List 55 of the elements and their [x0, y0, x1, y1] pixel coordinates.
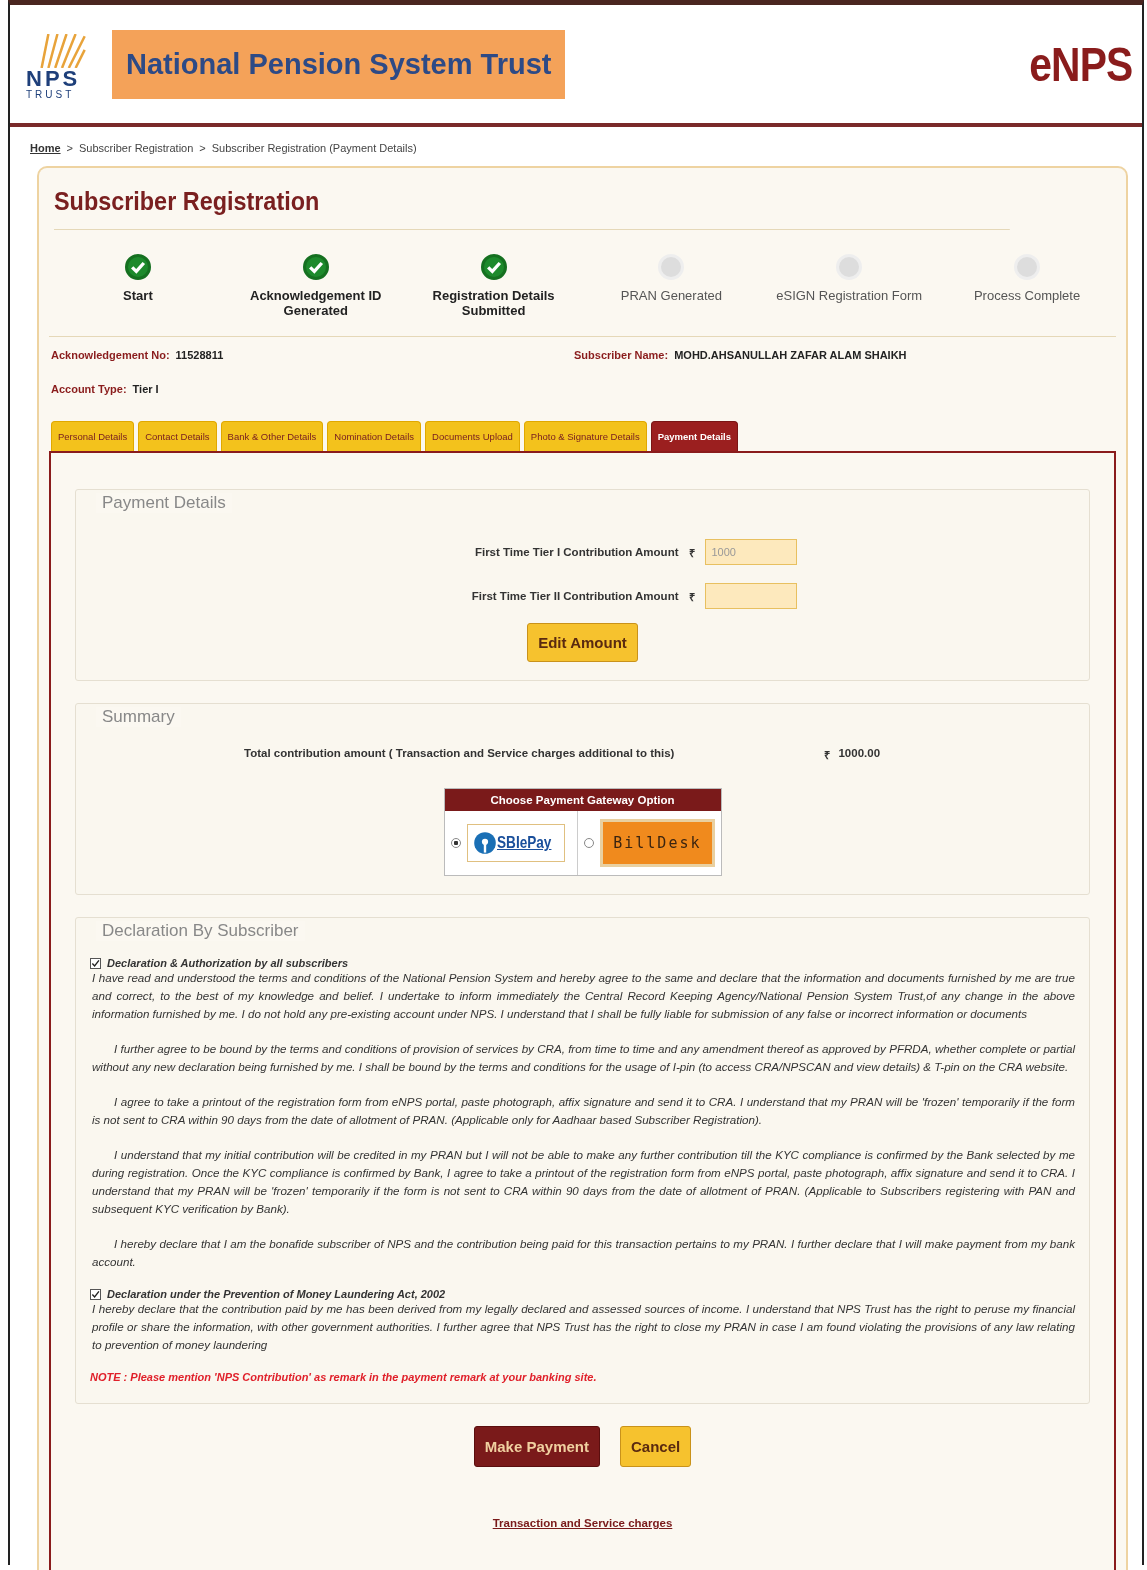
rupee-symbol: ₹ — [688, 545, 695, 560]
page-title: Subscriber Registration — [54, 178, 1010, 230]
step-label: PRAN Generated — [620, 288, 722, 303]
rupee-symbol: ₹ — [824, 748, 831, 762]
cancel-button[interactable]: Cancel — [620, 1426, 692, 1467]
declaration-paragraph: I hereby declare that the contribution paid by me has been derived from my legally declared and assessed sources of income. I understand that NPS Trust has the right to peruse my financial profile or share the information, with other government authorities. I further agree that NPS Trust has the right to close my PRAN in case I am found violating the provisions of any law relating to prevention of money laundering — [90, 1301, 1075, 1353]
tab[interactable]: Nomination Details — [327, 421, 422, 451]
breadcrumb-item: Subscriber Registration (Payment Details) — [211, 142, 417, 154]
breadcrumb-item: Subscriber Registration — [79, 142, 194, 154]
declaration-paragraph: I understand that my initial contribution will be credited in my PRAN but I will not be able to make any further contribution till the KYC compliance is confirmed by the Bank selected by me during registration. Once the KYC compliance is confirmed by Bank, I agree to take a printout of the registration form from eNPS portal, paste photograph, affix signature and send it to CRA. I understand that my PRAN will be 'frozen' temporarily if the form is not sent to CRA within 90 days from the date of allotment of PRAN. (Applicable to Subscribers registering with PAN and subsequent KYC verification by Bank). — [91, 1147, 1075, 1217]
radio-button[interactable] — [450, 838, 461, 848]
account-type: Tier I — [132, 383, 159, 395]
acknowledgement-number: 11528811 — [175, 349, 224, 361]
field-label: First Time Tier I Contribution Amount — [473, 546, 679, 558]
charges-link[interactable]: Transaction and Service charges — [492, 1517, 673, 1529]
radio-button[interactable] — [584, 838, 595, 848]
step-label: eSIGN Registration Form — [776, 288, 923, 303]
declaration-paragraph: I further agree to be bound by the terms and conditions of provision of services by CRA, from time to time and any amendment thereof as approved by PFRDA, whether complete or partial without any new declaration being furnished by me. I shall be bound by the terms and conditions for the usage of I-pin (to access CRA/NPSCAN and view details) & T-pin on the CRA website. — [91, 1041, 1075, 1075]
acknowledgement-label: Acknowledgement No: — [51, 349, 170, 361]
declaration-paragraph: I agree to take a printout of the registration form from eNPS portal, paste photograph, affix signature and send it to CRA. I understand that my PRAN will be 'frozen' temporarily if the form is not sent to CRA within 90 days from the date of allotment of PRAN. (Applicable only for Aadhaar based Subscriber Registration). — [91, 1094, 1075, 1128]
gateway-title: Choose Payment Gateway Option — [444, 789, 721, 811]
breadcrumb-separator: > — [199, 142, 206, 154]
declaration-title: Declaration & Authorization by all subscribers — [107, 957, 349, 969]
rupee-symbol: ₹ — [688, 589, 695, 604]
total-amount: 1000.00 — [838, 747, 881, 761]
breadcrumb-link[interactable]: Home — [30, 142, 61, 154]
payment-note: NOTE : Please mention 'NPS Contribution' as remark in the payment remark at your banking site. — [90, 1371, 598, 1383]
declaration-title: Declaration under the Prevention of Money Laundering Act, 2002 — [107, 1288, 446, 1300]
tab[interactable]: Payment Details — [650, 421, 739, 451]
step-label: Registration Details Submitted — [431, 288, 556, 318]
subscriber-label: Subscriber Name: — [574, 349, 669, 361]
tab[interactable]: Contact Details — [138, 421, 217, 451]
site-title: National Pension System Trust — [112, 29, 566, 99]
step-label: Acknowledgement ID Generated — [249, 288, 383, 318]
checkbox[interactable] — [90, 1288, 101, 1300]
step-label: Process Complete — [973, 288, 1081, 303]
brand-logo: eNPS — [1028, 36, 1132, 92]
tab[interactable]: Personal Details — [51, 421, 135, 451]
account-type-label: Account Type: — [51, 383, 127, 395]
amount-field[interactable] — [704, 583, 797, 609]
edit-amount-button[interactable]: Edit Amount — [527, 623, 638, 662]
sbi-logo[interactable]: SBIePay — [466, 824, 565, 862]
tab[interactable]: Documents Upload — [425, 421, 520, 451]
checkbox[interactable] — [90, 957, 101, 969]
field-label: First Time Tier II Contribution Amount — [470, 590, 679, 602]
tab[interactable]: Photo & Signature Details — [523, 421, 647, 451]
tab[interactable]: Bank & Other Details — [220, 421, 324, 451]
subscriber-name: MOHD.AHSANULLAH ZAFAR ALAM SHAIKH — [674, 349, 907, 361]
breadcrumb-separator: > — [66, 142, 73, 154]
billdesk-logo[interactable]: BillDesk — [600, 819, 715, 867]
total-label: Total contribution amount ( Transaction and Service charges additional to this) — [244, 747, 675, 761]
make-payment-button[interactable]: Make Payment — [473, 1426, 600, 1467]
declaration-paragraph: I have read and understood the terms and conditions of the National Pension System and hereby agree to the same and declare that the information and documents furnished by me are true and correct, to the best of my knowledge and belief. I undertake to inform immediately the Central Record Keeping Agency/National Pension System Trust,of any change in the above information furnished by me. I do not hold any pre-existing account under NPS. I understand that I shall be fully liable for submission of any false or incorrect information or documents — [91, 970, 1075, 1022]
step-label: Start — [123, 288, 153, 303]
declaration-paragraph: I hereby declare that I am the bonafide subscriber of NPS and the contribution being paid for this transaction pertains to my PRAN. I further declare that I will make payment from my bank account. — [91, 1236, 1075, 1270]
